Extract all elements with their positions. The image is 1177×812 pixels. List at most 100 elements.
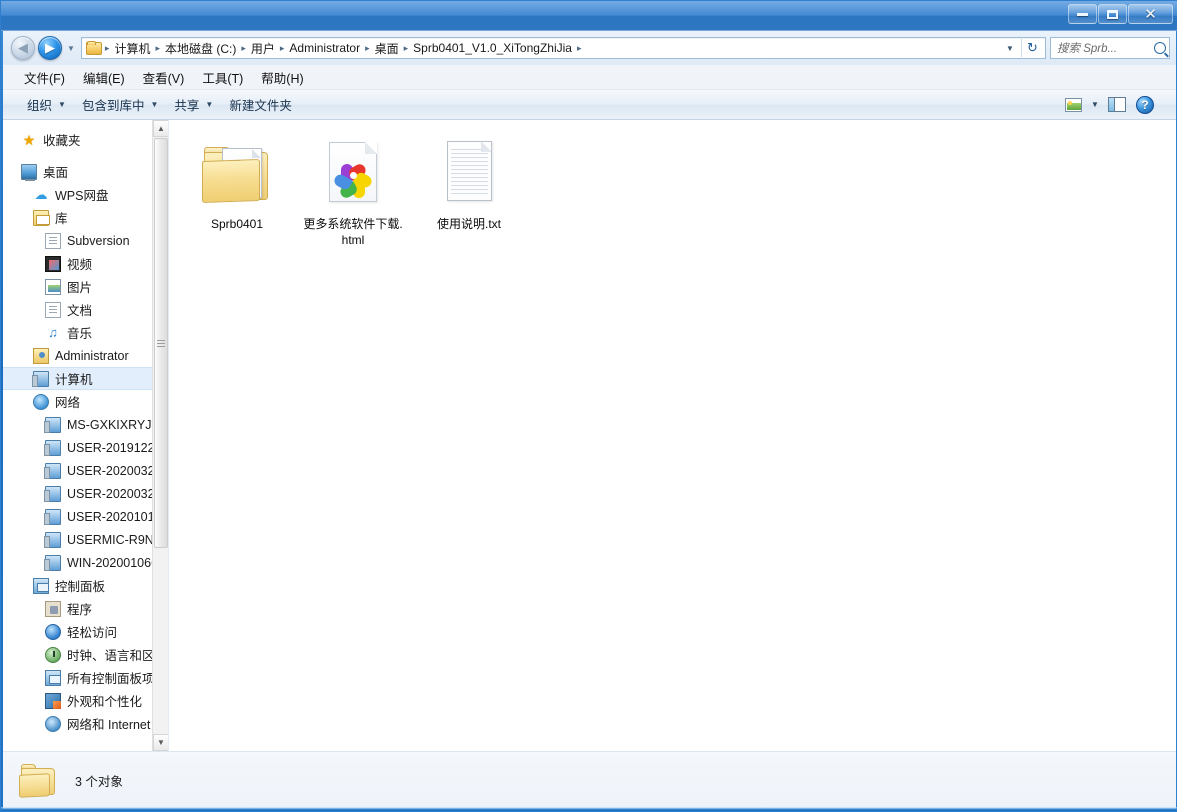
minimize-icon: [1077, 12, 1088, 16]
menu-edit[interactable]: 编辑(E): [74, 65, 134, 90]
sidebar-item-12[interactable]: MS-GXKIXRYJLV: [3, 413, 168, 436]
computer-icon: [44, 485, 61, 502]
sidebar-item-5[interactable]: 视频: [3, 252, 168, 275]
status-bar: 3 个对象: [3, 751, 1176, 809]
sidebar-item-9[interactable]: Administrator: [3, 344, 168, 367]
sidebar-item-24[interactable]: 外观和个性化: [3, 689, 168, 712]
breadcrumb-item-1[interactable]: 本地磁盘 (C:): [161, 39, 240, 58]
sidebar-item-label: 轻松访问: [67, 626, 118, 640]
breadcrumb-dropdown-button[interactable]: ▼: [1001, 38, 1019, 58]
computer-icon: [44, 531, 61, 548]
sidebar-item-4[interactable]: Subversion: [3, 229, 168, 252]
new-folder-button[interactable]: 新建文件夹: [221, 92, 300, 117]
file-item-1[interactable]: 更多系统软件下载.html: [299, 134, 407, 254]
file-item-0[interactable]: Sprb0401: [183, 134, 291, 254]
breadcrumb-item-4[interactable]: 桌面: [371, 39, 403, 58]
search-placeholder: 搜索 Sprb...: [1057, 43, 1118, 55]
navigation-pane: ★ 收藏夹桌面 ☁ WPS网盘库 Subversion 视频图片 文档 ♫ 音乐 Administ…: [3, 120, 169, 751]
star-icon: ★: [22, 131, 36, 148]
sidebar-item-label: WPS网盘: [55, 189, 109, 203]
scroll-down-button[interactable]: ▼: [153, 734, 168, 751]
computer-icon: [44, 508, 61, 525]
search-input[interactable]: 搜索 Sprb...: [1050, 37, 1170, 59]
documents-icon: [45, 301, 61, 318]
maximize-button[interactable]: [1098, 4, 1127, 24]
breadcrumb-item-2[interactable]: 用户: [247, 39, 279, 58]
sidebar-item-label: WIN-20200106G: [67, 555, 161, 570]
sidebar-item-16[interactable]: USER-20201017I: [3, 505, 168, 528]
breadcrumb-item-3[interactable]: Administrator: [285, 40, 364, 56]
close-button[interactable]: ✕: [1128, 4, 1173, 24]
view-mode-dropdown-button[interactable]: ▼: [1088, 94, 1102, 116]
sidebar-item-label: 视频: [67, 258, 93, 272]
sidebar-item-11[interactable]: 网络: [3, 390, 168, 413]
menu-bar: 文件(F) 编辑(E) 查看(V) 工具(T) 帮助(H): [3, 65, 1176, 90]
scrollbar-grip-icon: [157, 339, 165, 347]
scrollbar-thumb[interactable]: [154, 138, 168, 548]
sidebar-item-22[interactable]: 时钟、语言和区域: [3, 643, 168, 666]
view-mode-button[interactable]: [1060, 94, 1086, 116]
explorer-body: ★ 收藏夹桌面 ☁ WPS网盘库 Subversion 视频图片 文档 ♫ 音乐 Administ…: [3, 120, 1176, 751]
sidebar-item-23[interactable]: 所有控制面板项: [3, 666, 168, 689]
help-button[interactable]: ?: [1132, 94, 1158, 116]
folder-with-gears-icon: [202, 138, 272, 208]
item-count-label: 3 个对象: [75, 775, 123, 789]
scroll-up-button[interactable]: ▲: [153, 120, 168, 137]
sidebar-item-17[interactable]: USERMIC-R9N2S: [3, 528, 168, 551]
all-control-panel-icon: [45, 669, 61, 686]
sidebar-item-20[interactable]: 程序: [3, 597, 168, 620]
chevron-down-icon: ▼: [1091, 100, 1099, 109]
sidebar-item-1[interactable]: 桌面: [3, 160, 168, 183]
sidebar-item-10[interactable]: 计算机: [3, 367, 168, 390]
menu-help[interactable]: 帮助(H): [252, 65, 312, 90]
sidebar-item-8[interactable]: ♫ 音乐: [3, 321, 168, 344]
file-list-pane[interactable]: Sprb0401 更多系统软件下载.html 使用说明.txt: [169, 120, 1176, 751]
sidebar-item-label: 收藏夹: [43, 134, 81, 148]
sidebar-item-0[interactable]: ★ 收藏夹: [3, 128, 168, 151]
sidebar-item-15[interactable]: USER-20200326Y: [3, 482, 168, 505]
maximize-icon: [1107, 9, 1118, 19]
sidebar-item-25[interactable]: 网络和 Internet: [3, 712, 168, 735]
menu-tools[interactable]: 工具(T): [193, 65, 252, 90]
file-item-2[interactable]: 使用说明.txt: [415, 134, 523, 254]
sidebar-scrollbar[interactable]: ▲ ▼: [152, 120, 168, 751]
sidebar-item-label: USER-20201017I: [67, 509, 165, 524]
sidebar-item-13[interactable]: USER-20191220I: [3, 436, 168, 459]
sidebar-item-21[interactable]: 轻松访问: [3, 620, 168, 643]
organize-button[interactable]: 组织 ▼: [19, 92, 74, 117]
sidebar-item-2[interactable]: ☁ WPS网盘: [3, 183, 168, 206]
sidebar-item-label: 控制面板: [55, 580, 106, 594]
file-label: Sprb0401: [210, 217, 264, 231]
toolbar-right-group: ▼ ?: [1060, 94, 1176, 116]
include-in-library-button[interactable]: 包含到库中 ▼: [74, 92, 166, 117]
sidebar-item-14[interactable]: USER-20200320U: [3, 459, 168, 482]
menu-file[interactable]: 文件(F): [15, 65, 74, 90]
sidebar-item-label: 桌面: [43, 166, 69, 180]
menu-view[interactable]: 查看(V): [134, 65, 194, 90]
breadcrumb-item-0[interactable]: 计算机: [110, 39, 154, 58]
command-toolbar: 组织 ▼ 包含到库中 ▼ 共享 ▼ 新建文件夹 ▼ ?: [3, 90, 1176, 120]
preview-pane-button[interactable]: [1104, 94, 1130, 116]
sidebar-item-3[interactable]: 库: [3, 206, 168, 229]
pictures-icon: [45, 278, 61, 295]
sidebar-item-label: 计算机: [55, 373, 93, 387]
sidebar-item-label: 所有控制面板项: [67, 672, 155, 686]
music-icon: ♫: [48, 324, 58, 340]
sidebar-item-6[interactable]: 图片: [3, 275, 168, 298]
breadcrumb[interactable]: ▸ 计算机 ▸ 本地磁盘 (C:) ▸ 用户 ▸ Administrator ▸…: [80, 37, 1046, 59]
forward-button[interactable]: ▶: [38, 36, 62, 60]
breadcrumb-item-5[interactable]: Sprb0401_V1.0_XiTongZhiJia: [409, 40, 576, 56]
history-dropdown-button[interactable]: ▼: [67, 44, 75, 53]
sidebar-item-19[interactable]: 控制面板: [3, 574, 168, 597]
sidebar-item-7[interactable]: 文档: [3, 298, 168, 321]
sidebar-item-18[interactable]: WIN-20200106G: [3, 551, 168, 574]
computer-icon: [44, 439, 61, 456]
file-label: 更多系统软件下载.html: [303, 217, 403, 247]
include-in-library-label: 包含到库中: [81, 99, 145, 113]
refresh-button[interactable]: ↻: [1021, 39, 1043, 57]
file-label: 使用说明.txt: [436, 217, 501, 231]
minimize-button[interactable]: [1068, 4, 1097, 24]
share-button[interactable]: 共享 ▼: [166, 92, 221, 117]
back-button[interactable]: ◀: [11, 36, 35, 60]
explorer-window: ✕ ◀ ▶ ▼ ▸ 计算机 ▸ 本地磁盘 (C:) ▸ 用户 ▸ Adminis…: [0, 0, 1177, 812]
